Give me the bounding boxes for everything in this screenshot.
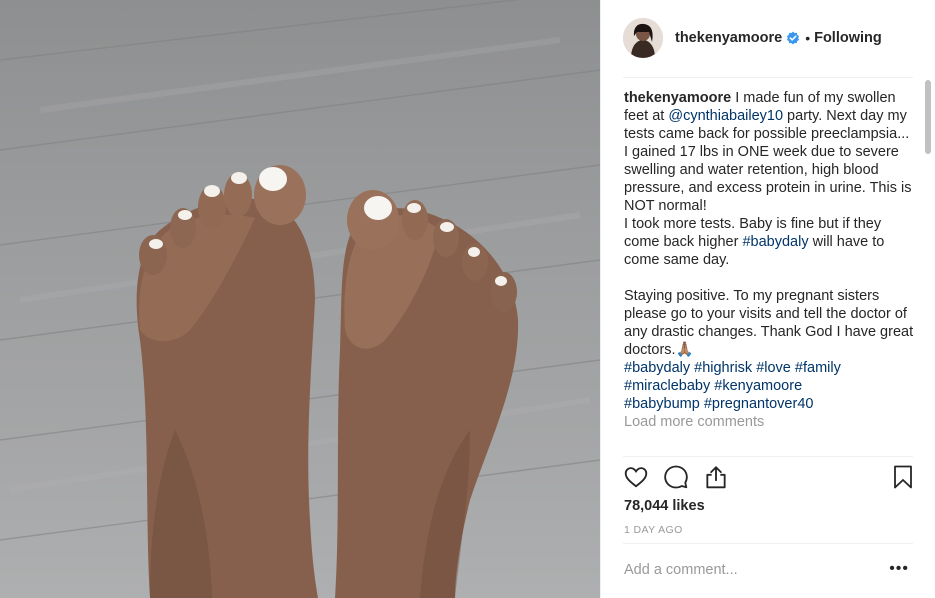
post-timestamp[interactable]: 1 DAY AGO: [624, 524, 683, 536]
instagram-post-modal: thekenyamoore • Following thekenyamoore …: [0, 0, 935, 598]
following-button[interactable]: Following: [814, 30, 882, 46]
verified-badge-icon: [787, 31, 800, 45]
more-options-button[interactable]: •••: [889, 560, 909, 578]
hashtag-link[interactable]: #highrisk: [694, 360, 752, 376]
add-comment-input[interactable]: Add a comment...: [624, 562, 738, 578]
load-more-comments[interactable]: Load more comments: [624, 414, 764, 430]
hashtag-link[interactable]: #pregnantover40: [704, 396, 814, 412]
divider: [623, 456, 913, 457]
post-header: thekenyamoore • Following: [623, 16, 913, 60]
avatar[interactable]: [623, 18, 663, 58]
hashtag-link[interactable]: #kenyamoore: [714, 378, 802, 394]
hashtag-link[interactable]: #family: [795, 360, 841, 376]
share-icon[interactable]: [703, 464, 729, 490]
post-actions: [623, 462, 915, 496]
separator-dot: •: [805, 30, 811, 46]
swollen-feet-illustration: [0, 0, 600, 598]
comment-bubble-icon[interactable]: [663, 464, 689, 490]
post-photo[interactable]: [0, 0, 600, 598]
bookmark-icon[interactable]: [891, 464, 915, 490]
caption-text-3: will have to come same day. Staying posi…: [624, 234, 914, 358]
post-caption: thekenyamoore I made fun of my swollen f…: [624, 89, 916, 459]
heart-icon[interactable]: [623, 464, 649, 490]
divider: [623, 77, 913, 78]
hashtag-link[interactable]: #miraclebaby: [624, 378, 710, 394]
caption-username[interactable]: thekenyamoore: [624, 90, 731, 106]
caption-scrollbar[interactable]: [925, 80, 931, 154]
hashtag-link[interactable]: #babybump: [624, 396, 700, 412]
likes-count[interactable]: 78,044 likes: [624, 498, 705, 514]
post-author-username[interactable]: thekenyamoore: [675, 30, 782, 46]
hashtag-link[interactable]: #babydaly: [624, 360, 690, 376]
mention-link[interactable]: @cynthiabailey10: [668, 108, 783, 124]
caption-text-2: party. Next day my tests came back for p…: [624, 108, 912, 250]
divider: [623, 543, 913, 544]
hashtag-link[interactable]: #babydaly: [742, 234, 808, 250]
post-sidebar: thekenyamoore • Following thekenyamoore …: [600, 0, 935, 598]
hashtag-link[interactable]: #love: [756, 360, 791, 376]
